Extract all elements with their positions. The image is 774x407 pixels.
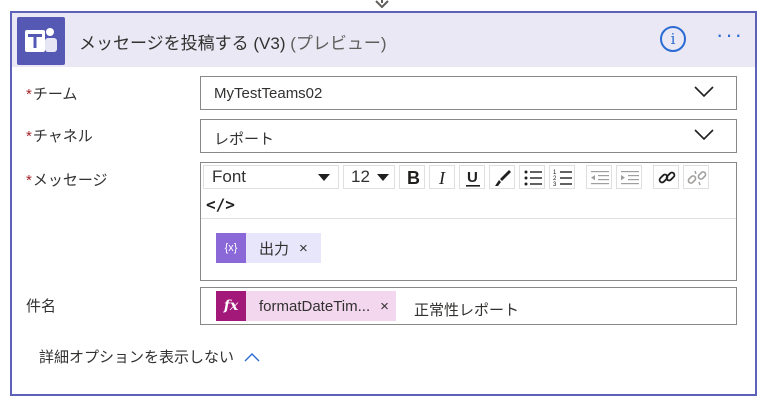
- channel-label: *チャネル: [26, 125, 93, 146]
- message-label: *メッセージ: [26, 169, 108, 190]
- bullet-list-icon: [524, 170, 542, 186]
- action-card-header[interactable]: メッセージを投稿する (V3) (プレビュー) i ···: [12, 13, 755, 67]
- token-label: formatDateTim...: [259, 297, 371, 315]
- brush-icon: [495, 170, 511, 186]
- chevron-down-icon: [694, 129, 714, 141]
- highlight-button[interactable]: [489, 165, 515, 189]
- action-title-main: メッセージを投稿する (V3): [79, 34, 286, 53]
- more-options-button[interactable]: ···: [712, 24, 748, 51]
- teams-logo-icon: [17, 17, 65, 65]
- italic-icon: I: [438, 168, 446, 188]
- font-family-select[interactable]: Font: [203, 165, 339, 189]
- subject-label: 件名: [26, 295, 56, 316]
- action-card: メッセージを投稿する (V3) (プレビュー) i ··· *チーム MyTes…: [10, 11, 757, 396]
- action-title: メッセージを投稿する (V3) (プレビュー): [79, 29, 387, 54]
- message-editor[interactable]: Font 12 B I U 123 </> {x} 出力 ×: [200, 162, 737, 281]
- team-label-text: チーム: [32, 86, 78, 103]
- team-dropdown-value: MyTestTeams02: [214, 85, 323, 102]
- flow-connector-arrow-icon: [375, 0, 389, 8]
- chevron-up-icon: [244, 352, 260, 361]
- indent-icon: [621, 171, 639, 185]
- caret-down-icon: [377, 174, 389, 181]
- hide-advanced-options-toggle[interactable]: 詳細オプションを表示しない: [39, 346, 260, 367]
- message-label-text: メッセージ: [32, 172, 108, 189]
- remove-link-button[interactable]: [683, 165, 709, 189]
- info-button[interactable]: i: [660, 26, 686, 52]
- numbered-list-icon: 123: [553, 170, 572, 188]
- unlink-icon: [687, 170, 707, 186]
- font-family-value: Font: [212, 167, 247, 186]
- underline-icon: U: [466, 169, 480, 187]
- svg-text:I: I: [438, 168, 446, 188]
- outdent-icon: [591, 171, 609, 185]
- code-view-button[interactable]: </>: [206, 195, 235, 214]
- channel-label-text: チャネル: [32, 128, 93, 145]
- action-title-preview-tag: (プレビュー): [290, 34, 387, 53]
- subject-text-value: 正常性レポート: [414, 302, 520, 319]
- svg-text:B: B: [407, 168, 420, 188]
- advanced-toggle-label: 詳細オプションを表示しない: [39, 349, 235, 366]
- required-mark: *: [26, 128, 32, 145]
- svg-text:U: U: [467, 169, 478, 186]
- svg-text:3: 3: [553, 182, 557, 188]
- decrease-indent-button[interactable]: [586, 165, 612, 189]
- font-size-value: 12: [351, 167, 370, 186]
- expression-token[interactable]: fx formatDateTim... ×: [216, 291, 396, 321]
- link-icon: [658, 171, 676, 184]
- bold-icon: B: [407, 168, 420, 188]
- dynamic-content-token[interactable]: {x} 出力 ×: [216, 233, 321, 263]
- channel-dropdown-value: レポート: [214, 131, 275, 148]
- chevron-down-icon: [694, 86, 714, 98]
- team-dropdown[interactable]: MyTestTeams02: [200, 76, 737, 110]
- variable-icon: {x}: [216, 233, 246, 263]
- token-remove-button[interactable]: ×: [299, 240, 308, 257]
- subject-label-text: 件名: [26, 298, 57, 315]
- italic-button[interactable]: I: [429, 165, 455, 189]
- channel-dropdown[interactable]: レポート: [200, 119, 737, 153]
- token-remove-button[interactable]: ×: [380, 298, 389, 315]
- required-mark: *: [26, 172, 32, 189]
- function-icon: fx: [216, 291, 246, 321]
- team-label: *チーム: [26, 83, 77, 104]
- underline-button[interactable]: U: [459, 165, 485, 189]
- rich-text-toolbar: Font 12 B I U 123 </>: [201, 163, 736, 219]
- required-mark: *: [26, 86, 32, 103]
- increase-indent-button[interactable]: [616, 165, 642, 189]
- numbered-list-button[interactable]: 123: [549, 165, 575, 189]
- bullet-list-button[interactable]: [519, 165, 545, 189]
- insert-link-button[interactable]: [653, 165, 679, 189]
- font-size-select[interactable]: 12: [343, 165, 395, 189]
- subject-input[interactable]: fx formatDateTim... × 正常性レポート: [200, 287, 737, 325]
- bold-button[interactable]: B: [399, 165, 425, 189]
- token-label: 出力: [259, 240, 290, 258]
- caret-down-icon: [318, 174, 330, 181]
